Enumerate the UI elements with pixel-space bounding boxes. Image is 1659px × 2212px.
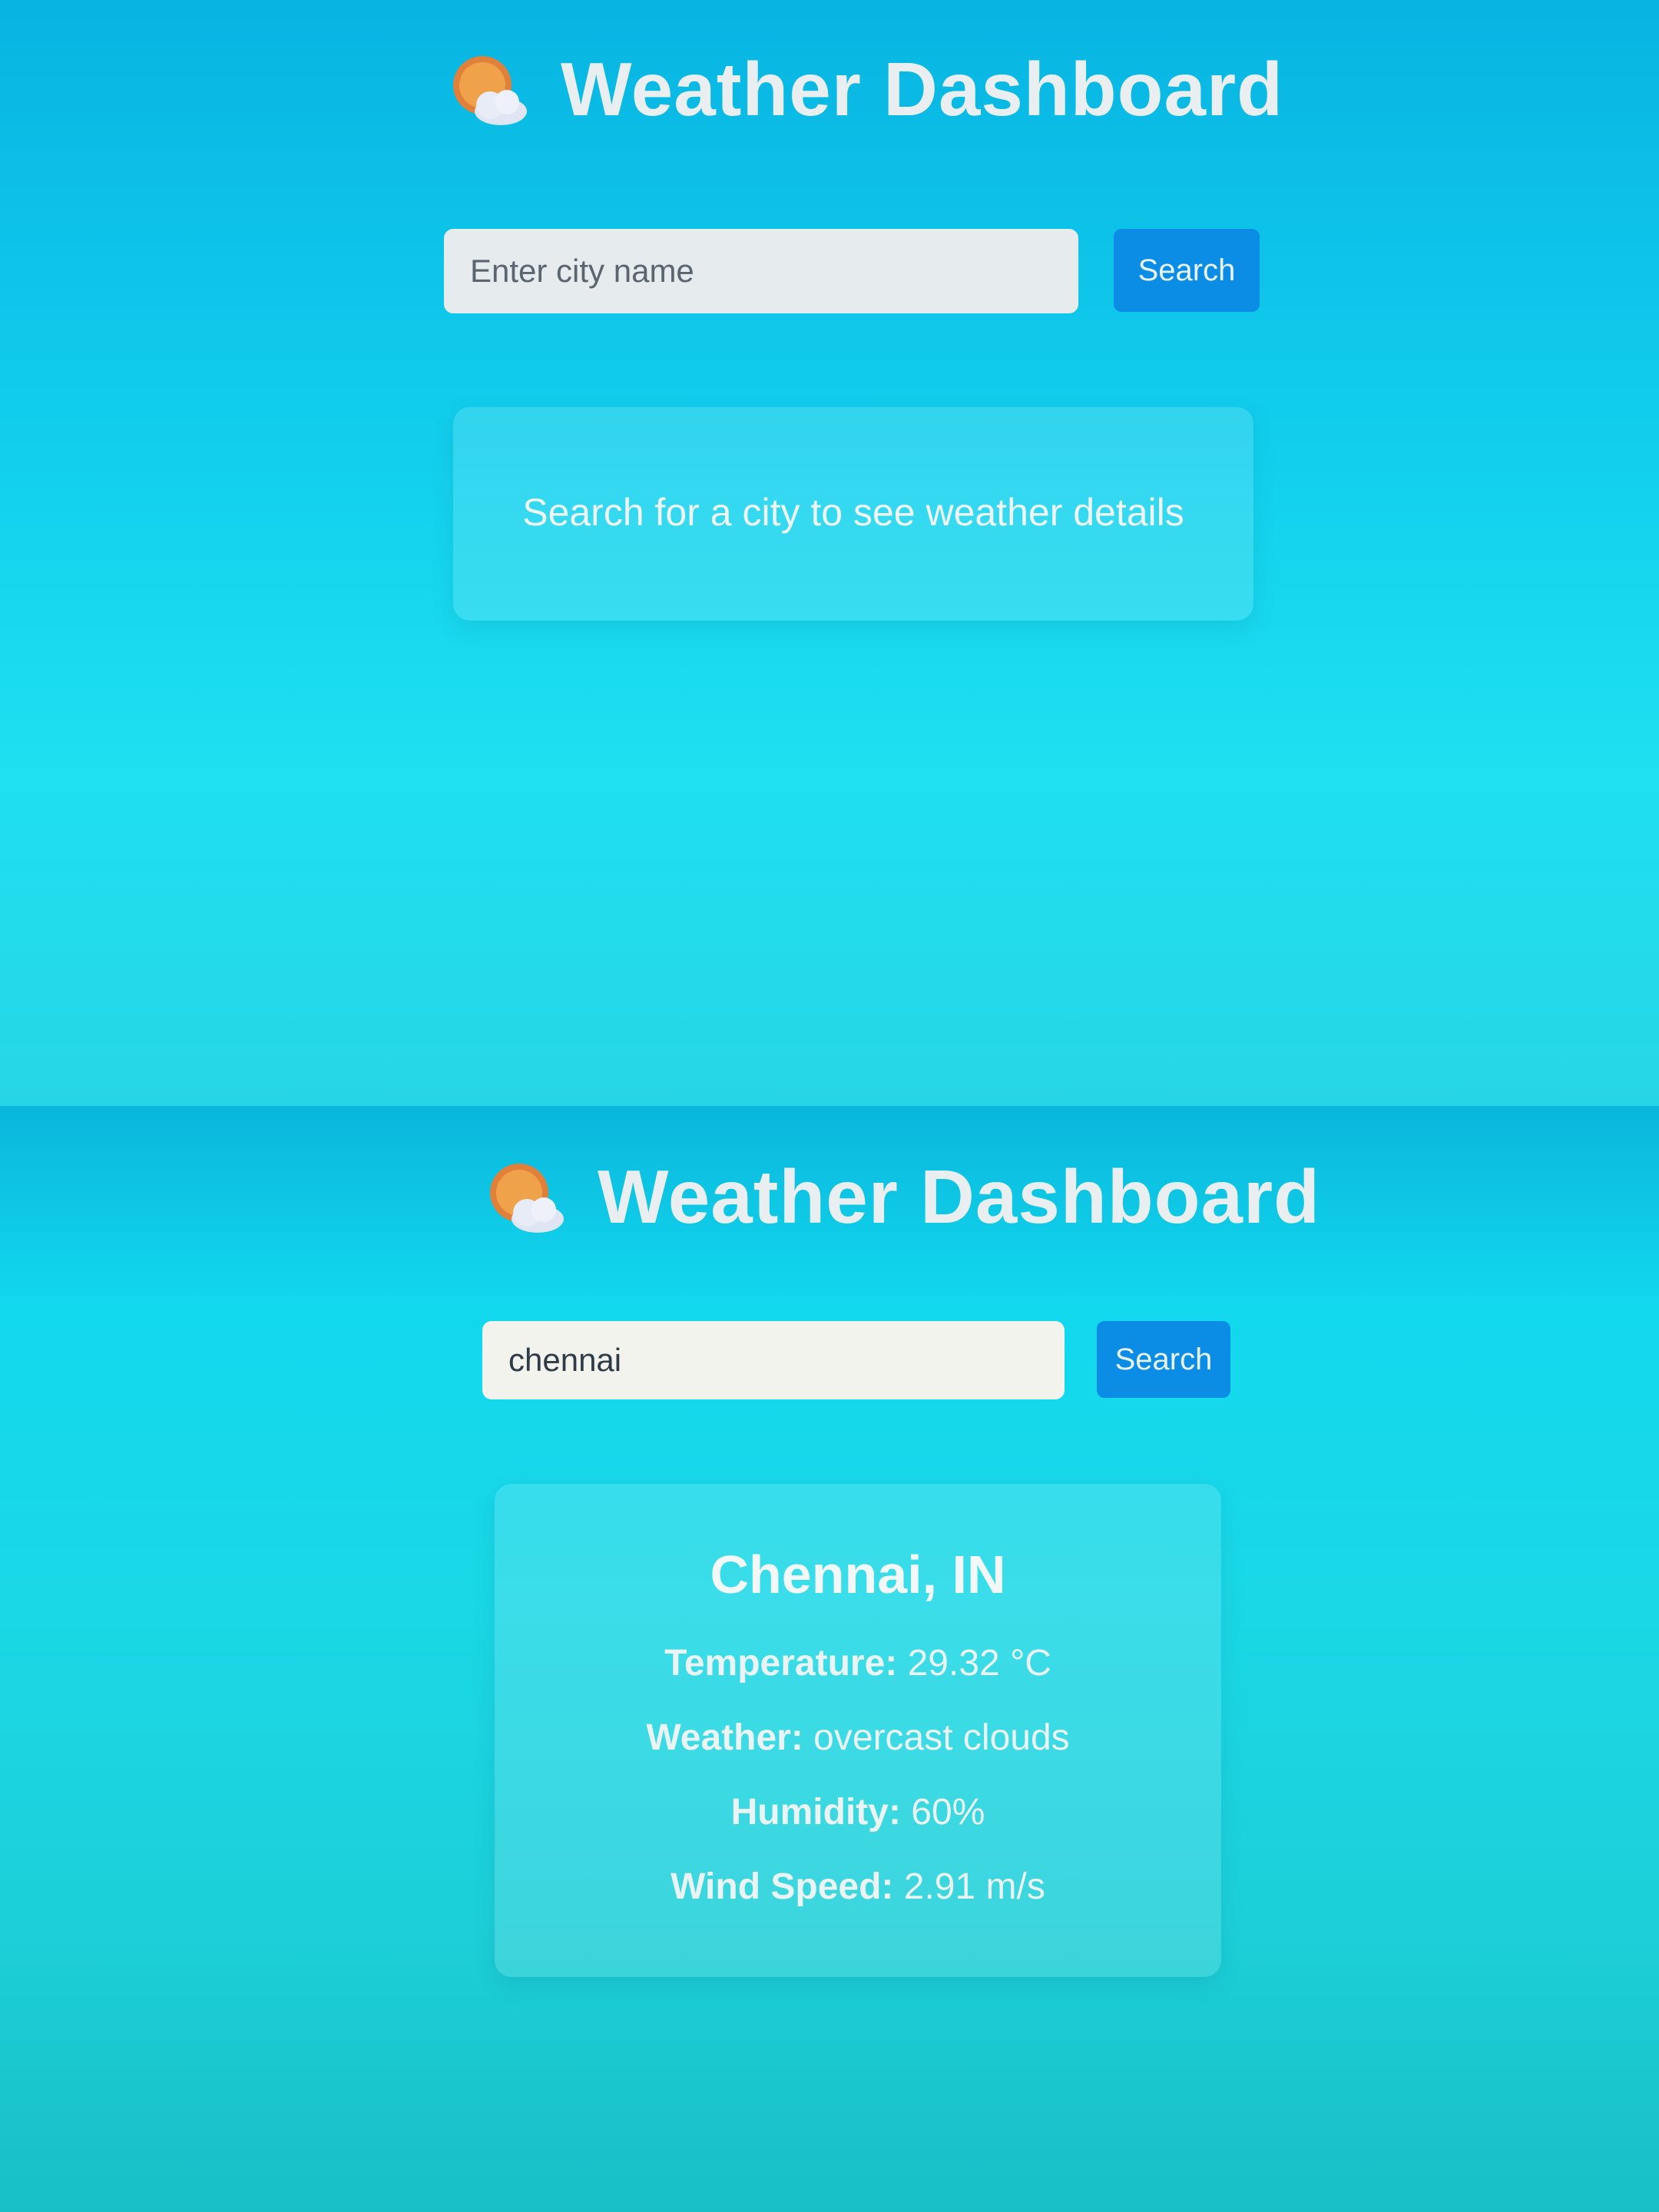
result-screen: Weather Dashboard Search Chennai, IN Tem… xyxy=(0,1106,1659,2212)
temperature-value: 29.32 °C xyxy=(907,1643,1051,1684)
header: Weather Dashboard xyxy=(445,46,1283,133)
search-button[interactable]: Search xyxy=(1114,229,1260,312)
page-title: Weather Dashboard xyxy=(598,1154,1320,1239)
empty-weather-card: Search for a city to see weather details xyxy=(453,407,1253,621)
sun-behind-cloud-icon xyxy=(490,1163,564,1233)
condition-value: overcast clouds xyxy=(813,1717,1070,1758)
weather-result-card: Chennai, IN Temperature: 29.32 °C Weathe… xyxy=(495,1484,1221,1977)
humidity-row: Humidity: 60% xyxy=(495,1791,1221,1833)
city-search-input[interactable] xyxy=(482,1321,1065,1399)
temperature-row: Temperature: 29.32 °C xyxy=(495,1642,1221,1684)
humidity-value: 60% xyxy=(911,1792,985,1833)
sun-behind-cloud-icon xyxy=(453,55,527,125)
wind-speed-row: Wind Speed: 2.91 m/s xyxy=(495,1866,1221,1908)
page-title: Weather Dashboard xyxy=(561,47,1283,131)
condition-row: Weather: overcast clouds xyxy=(495,1717,1221,1759)
empty-state-screen: Weather Dashboard Search Search for a ci… xyxy=(0,0,1659,1106)
city-search-input[interactable] xyxy=(444,229,1078,313)
wind-speed-label: Wind Speed: xyxy=(671,1866,894,1907)
wind-speed-value: 2.91 m/s xyxy=(903,1866,1045,1907)
search-button[interactable]: Search xyxy=(1097,1321,1230,1398)
empty-state-message: Search for a city to see weather details xyxy=(522,491,1184,534)
condition-label: Weather: xyxy=(646,1717,803,1758)
city-name: Chennai, IN xyxy=(710,1545,1006,1604)
temperature-label: Temperature: xyxy=(664,1643,898,1684)
header: Weather Dashboard xyxy=(482,1154,1320,1240)
humidity-label: Humidity: xyxy=(730,1792,901,1833)
